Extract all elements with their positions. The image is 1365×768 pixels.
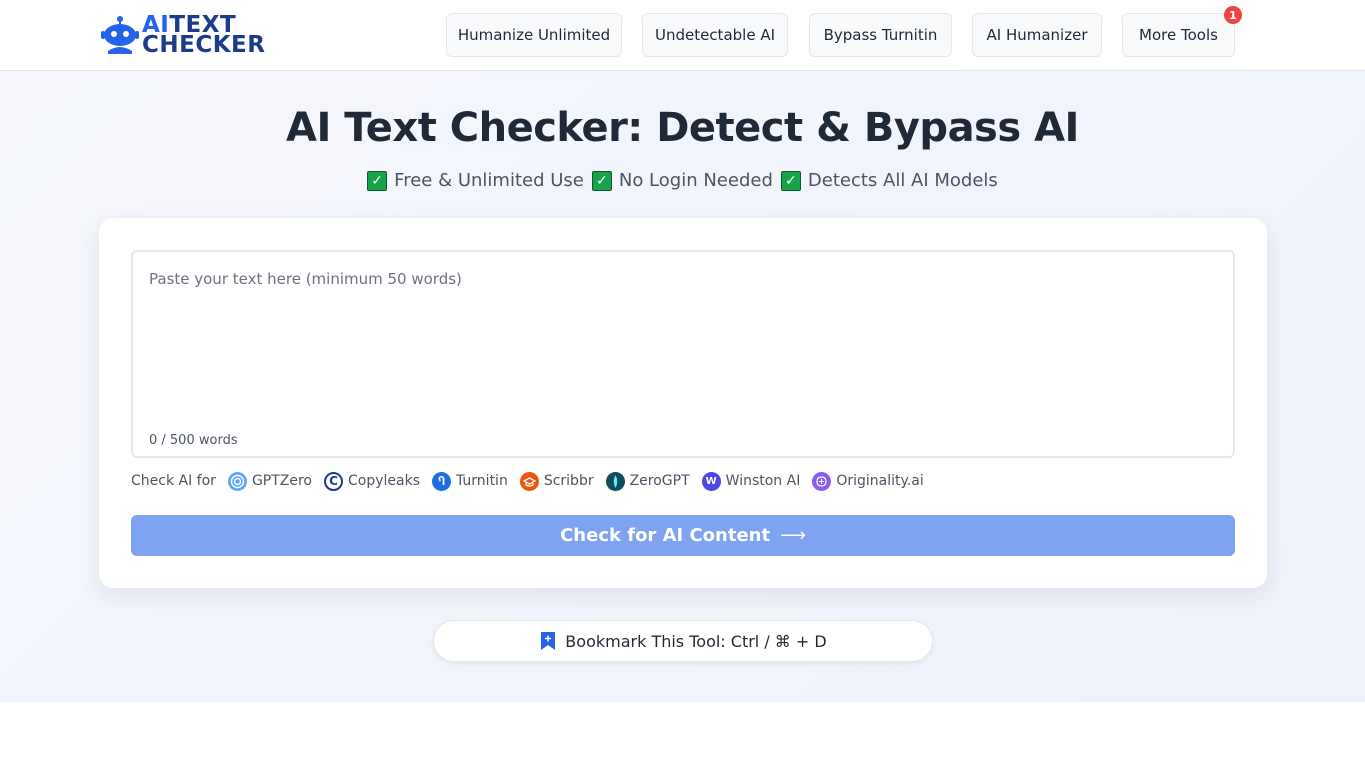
bookmark-tool-button[interactable]: Bookmark This Tool: Ctrl / ⌘ + D — [433, 620, 933, 662]
nav-label: Bypass Turnitin — [823, 26, 938, 44]
nav-undetectable-ai[interactable]: Undetectable AI — [642, 13, 788, 57]
zerogpt-icon — [605, 471, 625, 491]
logo-wordmark: AITEXT CHECKER — [142, 14, 266, 58]
site-logo[interactable]: AITEXT CHECKER — [100, 12, 275, 58]
feature-item: ✓ Free & Unlimited Use — [367, 170, 584, 191]
notification-badge: 1 — [1224, 6, 1242, 24]
detector-label: Originality.ai — [836, 473, 924, 489]
feature-label: Detects All AI Models — [807, 170, 998, 191]
robot-logo-icon — [100, 13, 140, 57]
feature-label: No Login Needed — [618, 170, 773, 191]
check-mark-icon: ✓ — [591, 170, 612, 191]
copyleaks-icon: C — [324, 471, 343, 491]
detector-zerogpt: ZeroGPT — [605, 471, 690, 491]
feature-list: ✓ Free & Unlimited Use ✓ No Login Needed… — [0, 170, 1365, 191]
detector-gptzero: GPTZero — [227, 471, 312, 491]
word-count: 0 / 500 words — [149, 433, 238, 448]
detector-winston: W Winston AI — [701, 471, 801, 491]
button-label: Check for AI Content — [560, 525, 771, 546]
site-header: AITEXT CHECKER Humanize Unlimited Undete… — [0, 0, 1365, 71]
winston-icon: W — [701, 471, 721, 491]
feature-item: ✓ No Login Needed — [591, 170, 773, 191]
scribbr-icon — [519, 471, 539, 491]
detector-scribbr: Scribbr — [519, 471, 594, 491]
nav-label: AI Humanizer — [986, 26, 1088, 44]
detector-turnitin: Ⴄ Turnitin — [432, 471, 508, 491]
detector-list: Check AI for GPTZero C Copyleaks Ⴄ Turni… — [131, 470, 936, 492]
detector-label: GPTZero — [251, 473, 312, 489]
gptzero-icon — [227, 471, 247, 491]
bookmark-icon — [541, 632, 556, 650]
check-mark-icon: ✓ — [780, 170, 801, 191]
nav-ai-humanizer[interactable]: AI Humanizer — [972, 13, 1102, 57]
page-title: AI Text Checker: Detect & Bypass AI — [286, 105, 1079, 151]
detector-label: Scribbr — [543, 473, 594, 489]
nav-label: Humanize Unlimited — [457, 26, 611, 44]
detector-label: ZeroGPT — [629, 473, 690, 489]
check-ai-content-button[interactable]: Check for AI Content ⟶ — [131, 515, 1235, 556]
originality-icon — [812, 471, 832, 491]
detector-label: Copyleaks — [348, 473, 420, 489]
check-for-label: Check AI for — [131, 473, 216, 489]
feature-label: Free & Unlimited Use — [394, 170, 584, 191]
feature-item: ✓ Detects All AI Models — [780, 170, 998, 191]
detector-copyleaks: C Copyleaks — [324, 471, 420, 491]
check-mark-icon: ✓ — [367, 170, 388, 191]
nav-bypass-turnitin[interactable]: Bypass Turnitin — [809, 13, 952, 57]
detector-label: Turnitin — [456, 473, 508, 489]
nav-label: More Tools — [1139, 26, 1218, 44]
text-input-container: 0 / 500 words — [131, 250, 1235, 458]
bookmark-label: Bookmark This Tool: Ctrl / ⌘ + D — [565, 631, 827, 651]
detector-originality: Originality.ai — [812, 471, 924, 491]
nav-label: Undetectable AI — [654, 26, 776, 44]
arrow-right-icon: ⟶ — [780, 525, 806, 546]
text-input[interactable] — [133, 252, 1233, 422]
nav-more-tools[interactable]: More Tools 1 — [1122, 6, 1242, 57]
logo-checker-text: CHECKER — [142, 32, 266, 58]
checker-card: 0 / 500 words Check AI for GPTZero C Cop… — [99, 218, 1267, 588]
turnitin-icon: Ⴄ — [432, 471, 451, 491]
nav-humanize-unlimited[interactable]: Humanize Unlimited — [446, 13, 622, 57]
detector-label: Winston AI — [725, 473, 801, 489]
